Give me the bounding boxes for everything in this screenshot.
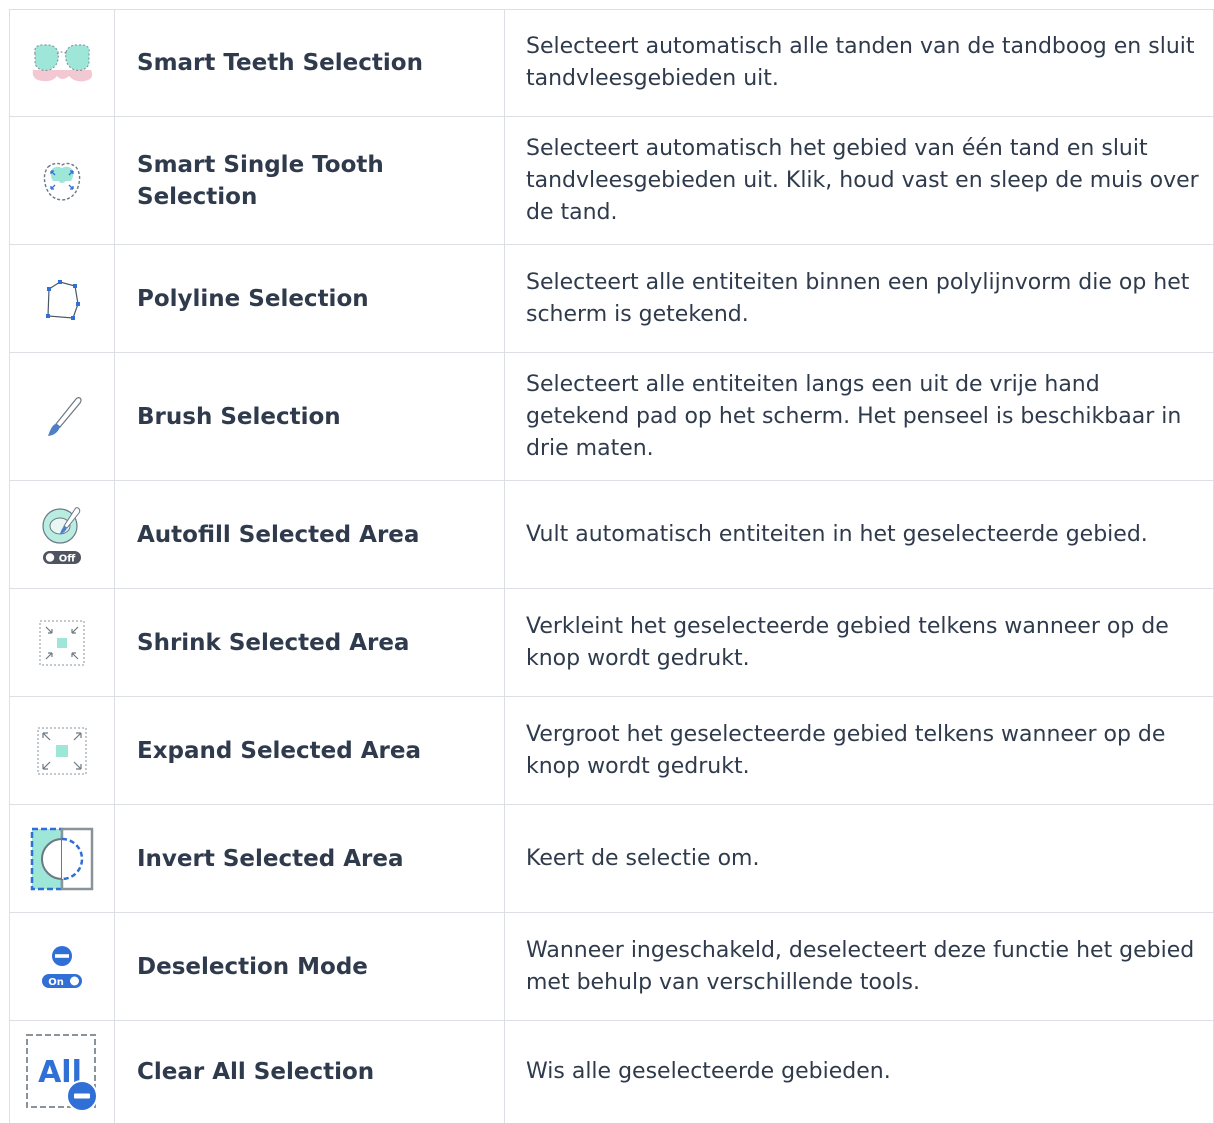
tool-name: Shrink Selected Area [115, 589, 505, 697]
smart-teeth-selection-icon [10, 40, 114, 86]
icon-cell [10, 10, 115, 117]
tool-description: Keert de selectie om. [505, 805, 1214, 913]
icon-cell [10, 589, 115, 697]
tool-description: Selecteert automatisch alle tanden van d… [505, 10, 1214, 117]
tools-table: Smart Teeth Selection Selecteert automat… [9, 9, 1214, 1123]
table-row: Off Autofill Selected Area Vult automati… [10, 481, 1214, 589]
deselection-mode-icon: On [10, 942, 114, 992]
icon-cell: Off [10, 481, 115, 589]
tool-description: Selecteert alle entiteiten langs een uit… [505, 353, 1214, 481]
tool-description: Vult automatisch entiteiten in het gesel… [505, 481, 1214, 589]
icon-cell [10, 805, 115, 913]
expand-icon [10, 727, 114, 775]
tool-description: Selecteert automatisch het gebied van éé… [505, 117, 1214, 245]
tool-name: Clear All Selection [115, 1021, 505, 1123]
tool-name: Brush Selection [115, 353, 505, 481]
polyline-selection-icon [10, 277, 114, 321]
table-row: Polyline Selection Selecteert alle entit… [10, 245, 1214, 353]
tool-description: Verkleint het geselecteerde gebied telke… [505, 589, 1214, 697]
icon-cell [10, 353, 115, 481]
tool-description: Wis alle geselecteerde gebieden. [505, 1021, 1214, 1123]
brush-icon [10, 395, 114, 439]
tool-description: Wanneer ingeschakeld, deselecteert deze … [505, 913, 1214, 1021]
tool-description: Selecteert alle entiteiten binnen een po… [505, 245, 1214, 353]
table-row: Expand Selected Area Vergroot het gesele… [10, 697, 1214, 805]
icon-cell [10, 117, 115, 245]
icon-cell [10, 245, 115, 353]
tool-name: Smart Single Tooth Selection [115, 117, 505, 245]
single-tooth-selection-icon [10, 159, 114, 203]
table-row: On Deselection Mode Wanneer ingeschakeld… [10, 913, 1214, 1021]
clear-all-icon: All [10, 1032, 114, 1112]
toggle-label: On [48, 977, 64, 988]
tool-name: Smart Teeth Selection [115, 10, 505, 117]
icon-cell: On [10, 913, 115, 1021]
toggle-label: Off [59, 553, 77, 564]
autofill-icon: Off [10, 504, 114, 566]
tool-name: Deselection Mode [115, 913, 505, 1021]
tool-name: Polyline Selection [115, 245, 505, 353]
table-row: Shrink Selected Area Verkleint het gesel… [10, 589, 1214, 697]
table-row: Invert Selected Area Keert de selectie o… [10, 805, 1214, 913]
table-row: Smart Single Tooth Selection Selecteert … [10, 117, 1214, 245]
icon-cell: All [10, 1021, 115, 1123]
table-row: All Clear All Selection Wis alle geselec… [10, 1021, 1214, 1123]
tool-name: Invert Selected Area [115, 805, 505, 913]
tool-name: Autofill Selected Area [115, 481, 505, 589]
table-row: Brush Selection Selecteert alle entiteit… [10, 353, 1214, 481]
icon-cell [10, 697, 115, 805]
table-row: Smart Teeth Selection Selecteert automat… [10, 10, 1214, 117]
invert-icon [10, 827, 114, 891]
tool-name: Expand Selected Area [115, 697, 505, 805]
tool-description: Vergroot het geselecteerde gebied telken… [505, 697, 1214, 805]
shrink-icon [10, 620, 114, 666]
